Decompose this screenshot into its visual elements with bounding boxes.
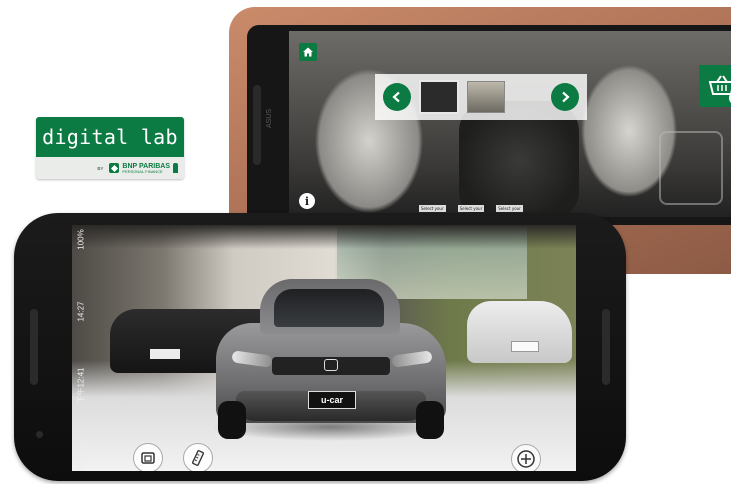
- car-wheel: [416, 401, 444, 439]
- snapshot-button[interactable]: [133, 443, 163, 471]
- back-phone-speaker: [253, 85, 261, 165]
- car-logo-icon: [324, 359, 338, 371]
- front-camera-lens: [36, 431, 43, 438]
- bnp-person-icon: [173, 163, 178, 173]
- phone-brand: ASUS: [266, 108, 274, 129]
- view-carousel: [375, 74, 587, 120]
- chevron-left-icon: [392, 91, 400, 103]
- ar-car-model[interactable]: u-car: [210, 273, 450, 443]
- battery-status: 100%: [76, 229, 86, 250]
- car-windshield: [274, 289, 384, 327]
- previous-view-button[interactable]: [383, 83, 411, 111]
- info-button[interactable]: i: [299, 193, 315, 209]
- logo-title: digital lab: [42, 125, 178, 149]
- carrier-status: 中華電信: [76, 443, 86, 471]
- ar-showroom-view[interactable]: 100% 14:27 下午12:41 中華電信 u-car: [72, 225, 576, 471]
- home-button[interactable]: [299, 43, 317, 61]
- front-phone-speaker: [30, 309, 38, 385]
- front-phone-speaker: [602, 309, 610, 385]
- option-label[interactable]: Select your: [457, 205, 485, 212]
- info-icon: i: [304, 194, 310, 208]
- logo-by: BY: [97, 165, 104, 171]
- time-status: 下午12:41: [76, 367, 86, 404]
- license-plate: [150, 349, 180, 359]
- option-label[interactable]: Select your: [419, 205, 446, 212]
- bnp-text: BNP PARIBAS PERSONAL FINANCE: [122, 163, 170, 174]
- bnp-line2: PERSONAL FINANCE: [122, 168, 163, 174]
- car-plate: u-car: [308, 391, 356, 409]
- option-labels: Select your Select your Select your: [419, 205, 523, 212]
- view-thumbnail[interactable]: [419, 80, 459, 114]
- license-plate: [511, 341, 539, 352]
- chevron-right-icon: [562, 91, 570, 103]
- measure-button[interactable]: [183, 443, 213, 471]
- logo-top: digital lab: [36, 117, 184, 157]
- back-phone: ASUS 2 i Select your: [247, 25, 731, 225]
- clock-status: 14:27: [76, 301, 86, 322]
- ruler-icon: [192, 450, 204, 466]
- digital-lab-logo: digital lab BY BNP PARIBAS PERSONAL FINA…: [36, 117, 184, 179]
- basket-icon: [708, 75, 731, 95]
- view-thumbnail[interactable]: [467, 81, 505, 113]
- home-icon: [303, 47, 313, 57]
- car-wheel: [218, 401, 246, 439]
- cart-button[interactable]: 2: [699, 65, 731, 107]
- front-phone: 100% 14:27 下午12:41 中華電信 u-car: [14, 213, 626, 481]
- next-view-button[interactable]: [551, 83, 579, 111]
- plus-circle-icon: [517, 450, 535, 468]
- background-car-white: [467, 301, 572, 363]
- bnp-logo-icon: [109, 163, 120, 173]
- logo-bottom: BY BNP PARIBAS PERSONAL FINANCE: [36, 157, 184, 179]
- showroom-ceiling: [72, 225, 576, 249]
- car-interior-view[interactable]: 2 i Select your Select your Select your: [289, 31, 731, 217]
- camera-icon: [141, 452, 155, 464]
- add-object-button[interactable]: [511, 444, 541, 471]
- status-bar: 100% 14:27 下午12:41 中華電信: [74, 229, 88, 471]
- option-label[interactable]: Select your: [496, 205, 523, 212]
